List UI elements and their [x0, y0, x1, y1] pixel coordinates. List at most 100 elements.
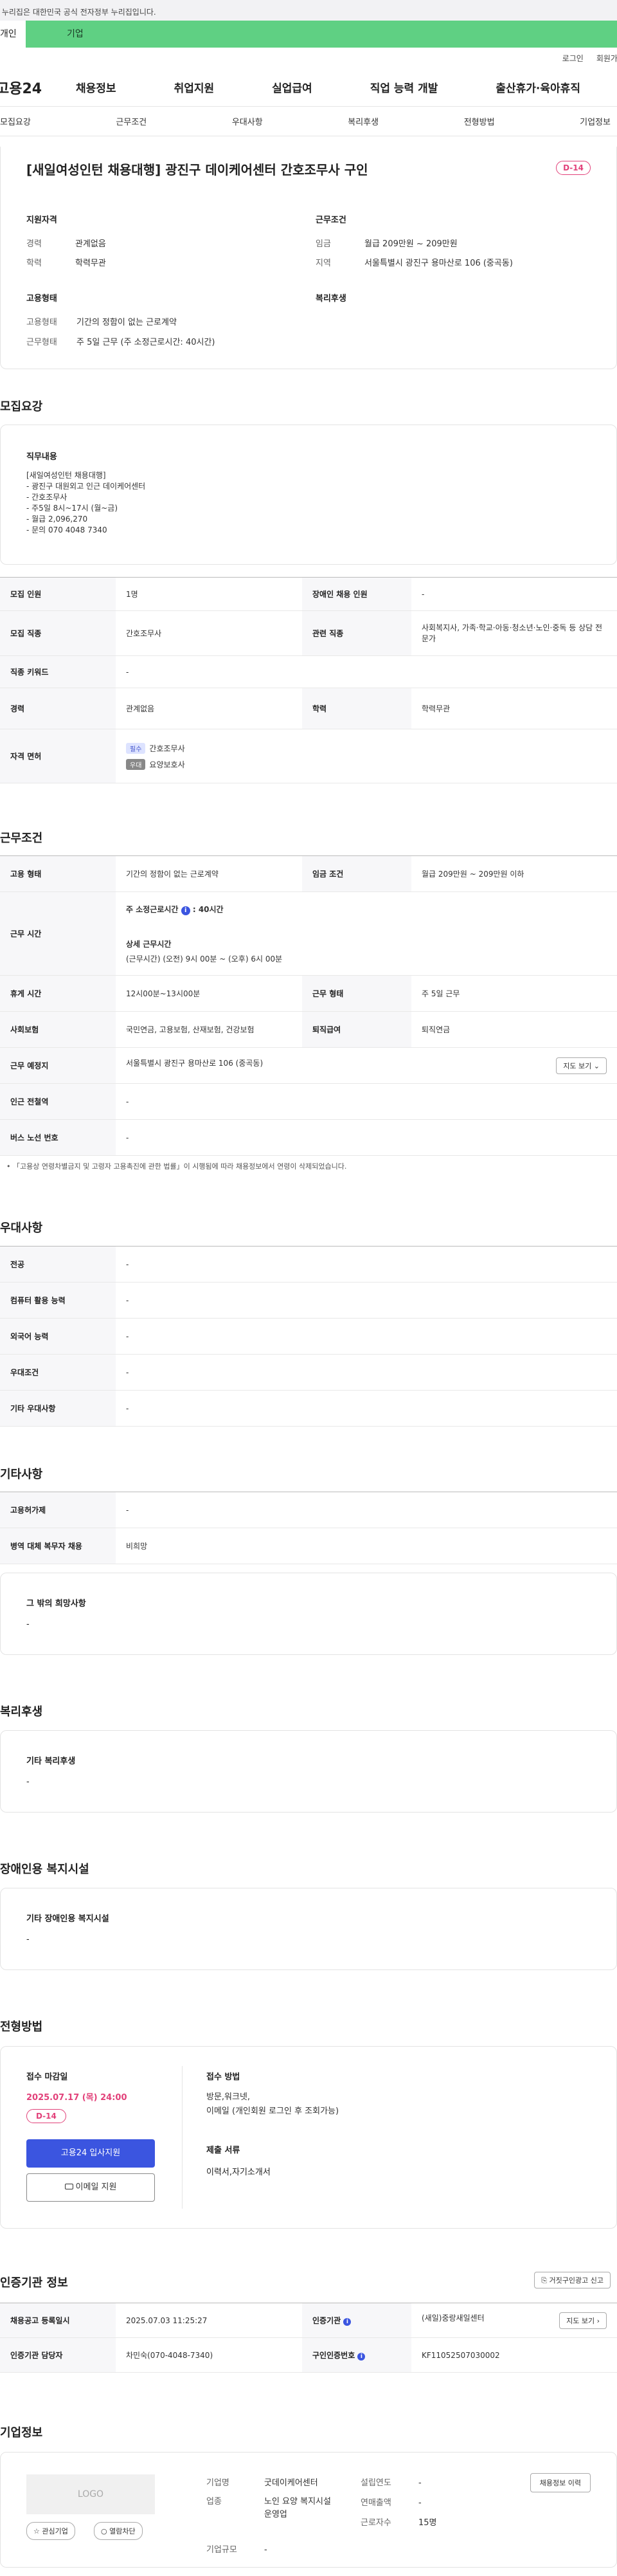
section-tab-recruit[interactable]: 모집요강 [0, 115, 31, 127]
utility-menu: 로그인 회원가입 [0, 48, 617, 68]
deadline-title: 접수 마감일 [26, 2072, 68, 2082]
license-item: 필수 간호조무사 [126, 742, 607, 754]
subway-v: - [116, 1083, 617, 1120]
type-h: 고용 형태 [0, 855, 116, 892]
welfare-box-value: - [26, 1777, 30, 1787]
hours-detail: (근무시간) (오전) 9시 00분 ~ (오후) 6시 00분 [126, 954, 283, 964]
section-tab-pref[interactable]: 우대사항 [232, 115, 263, 127]
email-apply-button[interactable]: 이메일 지원 [26, 2173, 155, 2202]
job-h: 모집 직종 [0, 610, 116, 656]
disab-box-value: - [26, 1935, 30, 1944]
related-h: 관련 직종 [302, 610, 411, 656]
duty-title: 직무내용 [26, 452, 57, 462]
cond-title: 근무조건 [316, 215, 346, 225]
info-icon[interactable]: i [181, 906, 190, 915]
hours-detail-title: 상세 근무시간 [126, 939, 172, 949]
site-logo[interactable]: 고용24 [0, 77, 67, 98]
etc-v: 비희망 [116, 1528, 617, 1564]
shift-v: 주 5일 근무 [411, 975, 617, 1012]
info-icon[interactable]: i [343, 2318, 352, 2326]
rest-v: 12시00분~13시00분 [116, 975, 302, 1012]
method-title: 접수 방법 [206, 2072, 240, 2082]
section-tab-welfare[interactable]: 복리후생 [348, 115, 379, 127]
gov-notice-bar: 이 누리집은 대한민국 공식 전자정부 누리집입니다. [0, 0, 617, 21]
gnb-jobs[interactable]: 채용정보 [76, 79, 116, 95]
login-link[interactable]: 로그인 [562, 53, 584, 64]
apply-button[interactable]: 고용24 입사지원 [26, 2139, 155, 2168]
recruit-table: 모집 인원 1명 장애인 채용 인원 - 모집 직종 간호조무사 관련 직종 사회복지사, … [0, 577, 617, 783]
cond-region: 지역 서울특별시 광진구 용마산로 106 (중곡동) [316, 259, 513, 268]
edu-h: 학력 [302, 688, 411, 729]
org-map-button[interactable]: 지도 보기 › [559, 2312, 607, 2329]
pref-v: - [116, 1246, 617, 1283]
company-employees: 근로자수 15명 [361, 2518, 437, 2528]
keyword-v: - [116, 655, 617, 688]
work-section-title: 근무조건 [0, 832, 43, 845]
gnb-employment-support[interactable]: 취업지원 [174, 79, 215, 95]
block-icon: ○ [101, 2527, 110, 2535]
emp-title: 고용형태 [26, 294, 57, 304]
etc-v: - [116, 1492, 617, 1528]
company-industry: 업종 노인 요양 복지시설 운영업 [206, 2497, 331, 2519]
license-item: 우대 요양보호사 [126, 758, 607, 770]
pref-v: - [116, 1390, 617, 1427]
edu-v: 학력무관 [411, 688, 617, 729]
license-name: 요양보호사 [149, 760, 185, 769]
tab-personal[interactable]: 개인 [0, 21, 26, 48]
org-h: 인증기관 i [302, 2303, 411, 2338]
disab-box-title: 기타 장애인용 복지시설 [26, 1914, 109, 1924]
bus-h: 버스 노선 번호 [0, 1119, 116, 1156]
section-tab-select[interactable]: 전형방법 [464, 115, 495, 127]
etc-h: 병역 대체 복무자 채용 [0, 1528, 116, 1564]
select-section-title: 전형방법 [0, 2020, 43, 2034]
recruit-history-button[interactable]: 채용정보 이력 [530, 2473, 591, 2492]
block-view-button[interactable]: ○ 열람차단 [94, 2522, 143, 2540]
license-badge-required: 필수 [126, 742, 146, 754]
gnb-unemployment-benefit[interactable]: 실업급여 [272, 79, 312, 95]
cert-table: 채용공고 등록일시 2025.07.03 11:25:27 인증기관 i (새일)중랑… [0, 2303, 617, 2373]
gov-notice-text: 이 누리집은 대한민국 공식 전자정부 누리집입니다. [0, 8, 156, 17]
tab-company[interactable]: 기업 [26, 21, 617, 48]
user-type-tabs: 개인 기업 [0, 21, 617, 48]
star-icon: ☆ [33, 2527, 42, 2535]
deadline-value: 2025.07.17 (목) 24:00 [26, 2093, 127, 2103]
company-founded: 설립연도 - [361, 2478, 422, 2488]
license-h: 자격 면허 [0, 729, 116, 783]
method-value: 방문,워크넷, 이메일 (개인회원 로그인 후 조회가능) [206, 2092, 339, 2116]
company-card: LOGO ☆ 관심기업 ○ 열람차단 기업명 굿데이케어센터 업종 노인 요양 복지… [0, 2452, 617, 2568]
emp-shift: 근무형태 주 5일 근무 (주 소정근로시간: 40시간) [26, 338, 215, 347]
no-h: 구인인증번호 i [302, 2337, 411, 2373]
pref-h: 우대조건 [0, 1354, 116, 1391]
docs-title: 제출 서류 [206, 2146, 240, 2155]
rest-h: 휴게 시간 [0, 975, 116, 1012]
company-section-title: 기업정보 [0, 2426, 43, 2440]
info-icon[interactable]: i [357, 2353, 366, 2361]
count-v: 1명 [116, 577, 302, 611]
mgr-v: 차민숙(070-4048-7340) [116, 2337, 302, 2373]
pref-h: 컴퓨터 활용 능력 [0, 1282, 116, 1319]
gnb-parental-leave[interactable]: 출산휴가·육아휴직 [496, 79, 580, 95]
age-law-note: • 「고용상 연령차별금지 및 고령자 고용촉진에 관한 법률」이 시행됨에 따… [6, 1162, 347, 1171]
reg-h: 채용공고 등록일시 [0, 2303, 116, 2338]
wage-h: 임금 조건 [302, 855, 411, 892]
disabled-v: - [411, 577, 617, 611]
welfare-box-title: 기타 복리후생 [26, 1757, 76, 1766]
bus-v: - [116, 1119, 617, 1156]
mgr-h: 인증기관 담당자 [0, 2337, 116, 2373]
false-ad-report-button[interactable]: ⎘ 거짓구인광고 신고 [534, 2272, 611, 2288]
signup-link[interactable]: 회원가입 [596, 53, 617, 64]
company-logo-placeholder: LOGO [26, 2474, 155, 2514]
welfare-card: 기타 복리후생 - [0, 1730, 617, 1813]
favorite-company-button[interactable]: ☆ 관심기업 [26, 2522, 75, 2540]
etc-h: 고용허가제 [0, 1492, 116, 1528]
map-button[interactable]: 지도 보기 ⌄ [556, 1057, 607, 1074]
emp-type: 고용형태 기간의 정함이 없는 근로계약 [26, 318, 177, 327]
section-tab-company[interactable]: 기업정보 [580, 115, 611, 127]
section-tab-work[interactable]: 근무조건 [116, 115, 147, 127]
etc-table: 고용허가제 - 병역 대체 복무자 채용 비희망 [0, 1492, 617, 1564]
gnb-vocational-training[interactable]: 직업 능력 개발 [370, 79, 438, 95]
recruit-section-title: 모집요강 [0, 400, 43, 414]
company-name: 기업명 굿데이케어센터 [206, 2478, 318, 2488]
welfare-title: 복리후생 [316, 294, 346, 304]
duty-text: [새일여성인턴 채용대행] - 광진구 대원외고 인근 데이케어센터 - 간호조… [26, 471, 146, 534]
